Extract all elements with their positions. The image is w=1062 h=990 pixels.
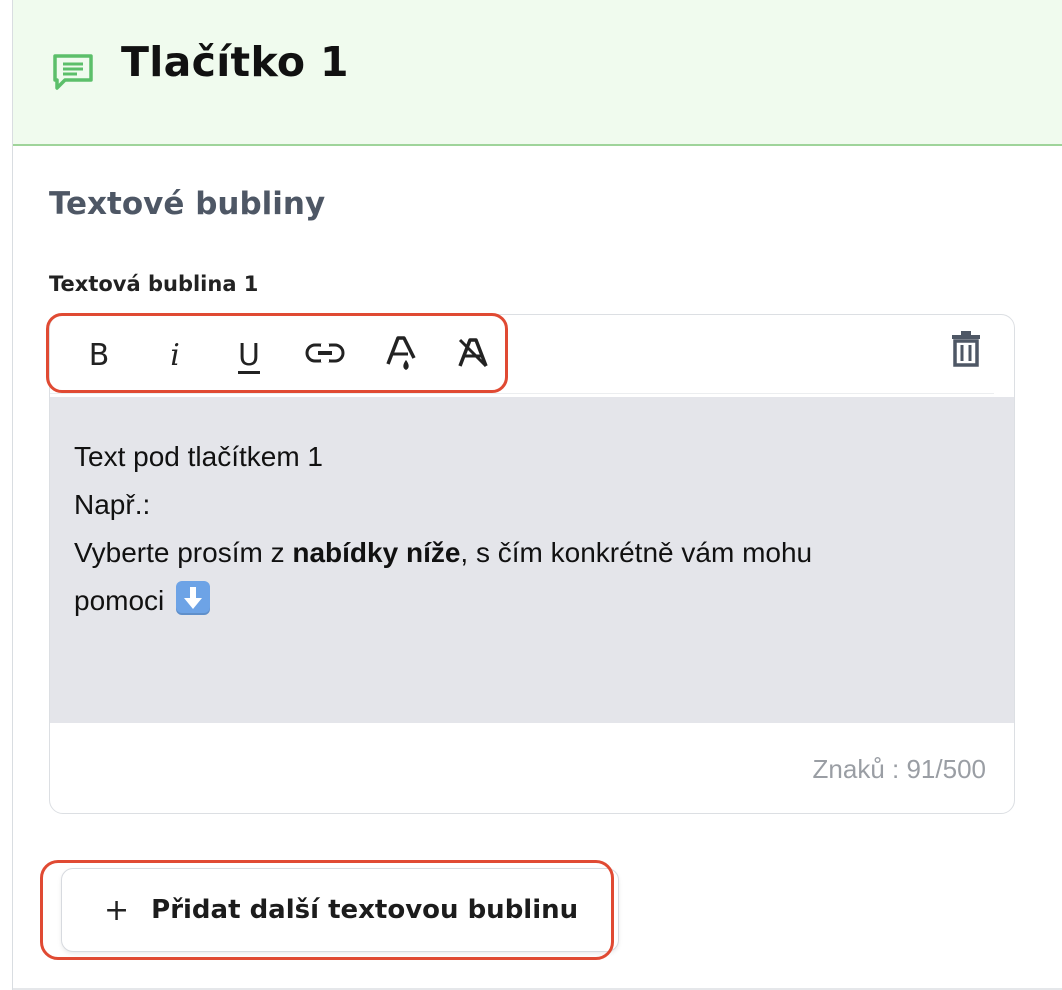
text-color-icon	[384, 334, 418, 377]
down-arrow-emoji-icon	[176, 581, 211, 615]
text-line-4-label: pomoci	[74, 585, 165, 616]
page-title: Tlačítko 1	[121, 38, 349, 86]
text-line-3-before: Vyberte prosím z	[74, 537, 293, 568]
plus-icon: +	[104, 892, 130, 928]
underline-icon: U	[238, 337, 260, 373]
text-line-1: Text pod tlačítkem 1	[74, 441, 324, 472]
panel-header: Tlačítko 1	[13, 0, 1062, 146]
text-color-button[interactable]	[376, 333, 426, 377]
add-text-bubble-button[interactable]: + Přidat další textovou bublinu	[61, 868, 619, 952]
trash-icon	[950, 330, 982, 373]
char-counter: Znaků : 91/500	[812, 754, 986, 784]
bubble-text-input[interactable]: Text pod tlačítkem 1 Např.: Vyberte pros…	[50, 397, 1014, 723]
link-icon	[305, 341, 345, 370]
chat-bubble-icon	[51, 52, 95, 92]
italic-button[interactable]: i	[150, 333, 200, 377]
bubble-label: Textová bublina 1	[49, 272, 259, 296]
text-bubble-editor: B i U Text pod tlačítkem 1 Např.: Vybert…	[49, 314, 1015, 814]
clear-format-button[interactable]	[448, 333, 498, 377]
text-line-2: Např.:	[74, 489, 151, 520]
text-line-3: Vyberte prosím z nabídky níže, s čím kon…	[74, 529, 990, 577]
text-line-4: pomoci	[74, 577, 990, 625]
clear-format-icon	[456, 336, 490, 375]
bold-icon: B	[88, 337, 110, 373]
text-line-3-bold: nabídky níže	[292, 537, 461, 568]
section-title: Textové bubliny	[49, 186, 326, 222]
add-text-bubble-label: Přidat další textovou bublinu	[151, 895, 579, 925]
delete-bubble-button[interactable]	[946, 329, 986, 373]
bold-button[interactable]: B	[74, 333, 124, 377]
link-button[interactable]	[300, 333, 350, 377]
button-config-panel: Tlačítko 1 Textové bubliny Textová bubli…	[12, 0, 1062, 990]
text-line-3-after: , s čím konkrétně vám mohu	[460, 537, 813, 568]
formatting-toolbar: B i U	[50, 315, 1014, 393]
underline-button[interactable]: U	[224, 333, 274, 377]
toolbar-divider	[50, 393, 994, 394]
italic-icon: i	[170, 337, 180, 373]
